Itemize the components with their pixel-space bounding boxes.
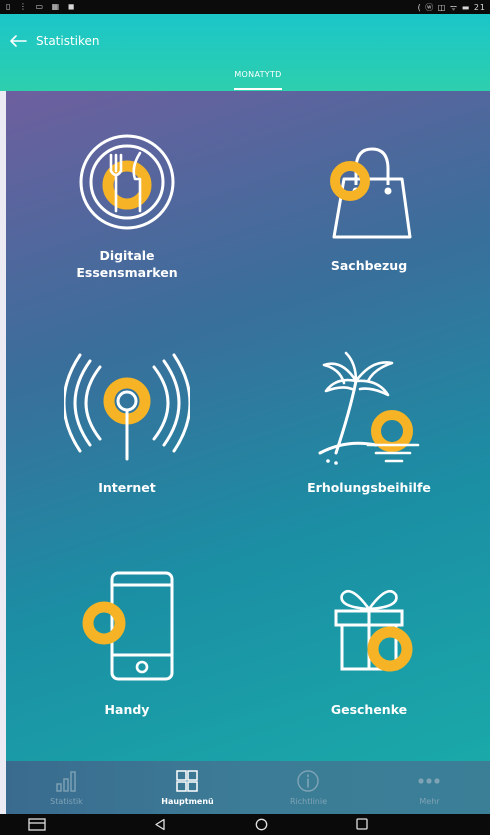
tile-geschenke[interactable]: Geschenke (248, 535, 490, 757)
nav-label-richtlinie: Richtlinie (289, 797, 328, 806)
nav-label-hauptmenu: Hauptmenü (161, 797, 214, 806)
tile-label-geschenke: Geschenke (330, 702, 408, 717)
plate-cutlery-icon (79, 134, 175, 230)
status-notification-icons: ▯ ⋮ ▭ ▦ ◼ (6, 2, 78, 11)
tile-sachbezug[interactable]: Sachbezug (248, 91, 490, 313)
smartphone-icon (82, 571, 174, 681)
grid-icon (176, 770, 198, 792)
tile-label-line2: Essensmarken (76, 265, 178, 280)
bottom-navigation: Statistik Hauptmenü Richtlinie Mehr (6, 761, 490, 814)
shopping-bag-icon (330, 147, 412, 239)
keyboard-toggle-icon[interactable] (28, 818, 46, 831)
arrow-left-icon[interactable] (8, 33, 28, 49)
tab-label: MONATYTD (234, 70, 282, 79)
nav-richtlinie[interactable]: Richtlinie (248, 761, 369, 814)
back-triangle-icon[interactable] (154, 818, 166, 831)
tile-label-line1: Digitale (99, 248, 155, 263)
more-dots-icon (418, 778, 440, 784)
page-title: Statistiken (36, 34, 100, 48)
recent-apps-square-icon[interactable] (356, 818, 368, 830)
tile-label-erholungsbeihilfe: Erholungsbeihilfe (307, 480, 431, 495)
wifi-signal-icon (64, 353, 190, 461)
app-header: Statistiken MONATYTD (0, 14, 490, 91)
tile-erholungsbeihilfe[interactable]: Erholungsbeihilfe (248, 313, 490, 535)
tile-label-sachbezug: Sachbezug (330, 258, 408, 273)
bar-chart-icon (56, 771, 76, 792)
tile-digitale-essensmarken[interactable]: Digitale Essensmarken (6, 91, 248, 313)
status-bar: ▯ ⋮ ▭ ▦ ◼ ( ⓦ ◫ ᯤ ▬ 21 (0, 0, 490, 14)
tile-label-handy: Handy (104, 702, 150, 717)
gift-icon (334, 590, 413, 672)
nav-mehr[interactable]: Mehr (369, 761, 490, 814)
nav-label-statistik: Statistik (50, 797, 83, 806)
palm-beach-icon (318, 351, 420, 465)
nav-label-mehr: Mehr (419, 797, 440, 806)
status-system-indicators: ( ⓦ ◫ ᯤ ▬ 21 (417, 3, 486, 12)
tile-label-internet: Internet (98, 480, 156, 495)
nav-hauptmenu[interactable]: Hauptmenü (127, 761, 248, 814)
benefit-tiles-grid: Digitale Essensmarken Sachbezug Internet (6, 91, 490, 761)
nav-statistik[interactable]: Statistik (6, 761, 127, 814)
tile-label-digitale-essensmarken: Digitale Essensmarken (6, 247, 248, 281)
home-circle-icon[interactable] (255, 818, 268, 831)
tab-monatytd[interactable]: MONATYTD (222, 66, 294, 91)
tab-selected-indicator (234, 88, 282, 90)
tile-handy[interactable]: Handy (6, 535, 248, 757)
info-icon (297, 770, 319, 792)
system-navigation-bar (0, 814, 490, 835)
tile-internet[interactable]: Internet (6, 313, 248, 535)
